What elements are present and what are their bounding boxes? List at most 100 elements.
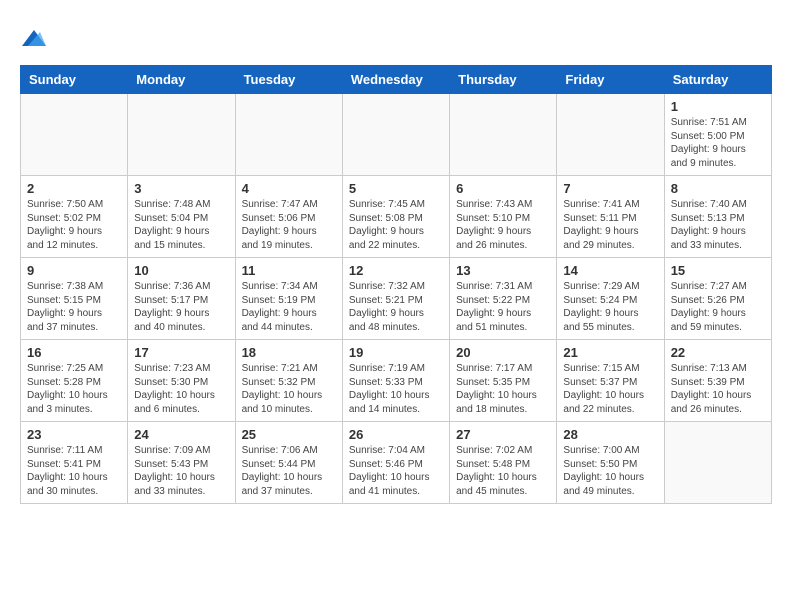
calendar-cell <box>342 94 449 176</box>
cell-info: Sunrise: 7:45 AM Sunset: 5:08 PM Dayligh… <box>349 198 443 252</box>
calendar-cell: 5 Sunrise: 7:45 AM Sunset: 5:08 PM Daylig… <box>342 176 449 258</box>
calendar-cell: 10 Sunrise: 7:36 AM Sunset: 5:17 PM Dayli… <box>128 258 235 340</box>
date-number: 16 <box>27 345 121 360</box>
date-number: 14 <box>563 263 657 278</box>
cell-info: Sunrise: 7:36 AM Sunset: 5:17 PM Dayligh… <box>134 280 228 334</box>
day-header-wednesday: Wednesday <box>342 66 449 94</box>
calendar-cell: 21 Sunrise: 7:15 AM Sunset: 5:37 PM Dayli… <box>557 340 664 422</box>
calendar-week-1: 2 Sunrise: 7:50 AM Sunset: 5:02 PM Daylig… <box>21 176 772 258</box>
calendar-cell: 16 Sunrise: 7:25 AM Sunset: 5:28 PM Dayli… <box>21 340 128 422</box>
calendar-cell: 13Sunrise: 7:31 AM Sunset: 5:22 PM Dayli… <box>450 258 557 340</box>
calendar-week-4: 23 Sunrise: 7:11 AM Sunset: 5:41 PM Dayli… <box>21 422 772 504</box>
date-number: 28 <box>563 427 657 442</box>
calendar-week-3: 16 Sunrise: 7:25 AM Sunset: 5:28 PM Dayli… <box>21 340 772 422</box>
date-number: 2 <box>27 181 121 196</box>
page-header <box>20 20 772 55</box>
date-number: 26 <box>349 427 443 442</box>
calendar-week-0: 1 Sunrise: 7:51 AM Sunset: 5:00 PM Daylig… <box>21 94 772 176</box>
calendar-cell <box>557 94 664 176</box>
date-number: 3 <box>134 181 228 196</box>
date-number: 10 <box>134 263 228 278</box>
calendar-cell: 9 Sunrise: 7:38 AM Sunset: 5:15 PM Daylig… <box>21 258 128 340</box>
calendar-table: SundayMondayTuesdayWednesdayThursdayFrid… <box>20 65 772 504</box>
cell-info: Sunrise: 7:02 AM Sunset: 5:48 PM Dayligh… <box>456 444 550 498</box>
calendar-cell: 1 Sunrise: 7:51 AM Sunset: 5:00 PM Daylig… <box>664 94 771 176</box>
day-header-thursday: Thursday <box>450 66 557 94</box>
calendar-cell: 14 Sunrise: 7:29 AM Sunset: 5:24 PM Dayli… <box>557 258 664 340</box>
calendar-cell: 4 Sunrise: 7:47 AM Sunset: 5:06 PM Daylig… <box>235 176 342 258</box>
date-number: 27 <box>456 427 550 442</box>
cell-info: Sunrise: 7:19 AM Sunset: 5:33 PM Dayligh… <box>349 362 443 416</box>
date-number: 5 <box>349 181 443 196</box>
cell-info: Sunrise: 7:27 AM Sunset: 5:26 PM Dayligh… <box>671 280 765 334</box>
cell-info: Sunrise: 7:38 AM Sunset: 5:15 PM Dayligh… <box>27 280 121 334</box>
cell-info: Sunrise: 7:09 AM Sunset: 5:43 PM Dayligh… <box>134 444 228 498</box>
cell-info: Sunrise: 7:23 AM Sunset: 5:30 PM Dayligh… <box>134 362 228 416</box>
calendar-cell: 11 Sunrise: 7:34 AM Sunset: 5:19 PM Dayli… <box>235 258 342 340</box>
cell-info: Sunrise: 7:50 AM Sunset: 5:02 PM Dayligh… <box>27 198 121 252</box>
date-number: 17 <box>134 345 228 360</box>
calendar-cell: 22Sunrise: 7:13 AM Sunset: 5:39 PM Dayli… <box>664 340 771 422</box>
calendar-cell: 18Sunrise: 7:21 AM Sunset: 5:32 PM Dayli… <box>235 340 342 422</box>
day-header-friday: Friday <box>557 66 664 94</box>
cell-info: Sunrise: 7:43 AM Sunset: 5:10 PM Dayligh… <box>456 198 550 252</box>
cell-info: Sunrise: 7:06 AM Sunset: 5:44 PM Dayligh… <box>242 444 336 498</box>
calendar-cell: 12Sunrise: 7:32 AM Sunset: 5:21 PM Dayli… <box>342 258 449 340</box>
day-header-tuesday: Tuesday <box>235 66 342 94</box>
cell-info: Sunrise: 7:11 AM Sunset: 5:41 PM Dayligh… <box>27 444 121 498</box>
day-header-sunday: Sunday <box>21 66 128 94</box>
cell-info: Sunrise: 7:25 AM Sunset: 5:28 PM Dayligh… <box>27 362 121 416</box>
calendar-cell: 20 Sunrise: 7:17 AM Sunset: 5:35 PM Dayli… <box>450 340 557 422</box>
date-number: 9 <box>27 263 121 278</box>
calendar-cell: 26 Sunrise: 7:04 AM Sunset: 5:46 PM Dayli… <box>342 422 449 504</box>
calendar-cell <box>664 422 771 504</box>
date-number: 25 <box>242 427 336 442</box>
date-number: 19 <box>349 345 443 360</box>
logo <box>20 26 46 55</box>
calendar-cell: 28 Sunrise: 7:00 AM Sunset: 5:50 PM Dayli… <box>557 422 664 504</box>
cell-info: Sunrise: 7:41 AM Sunset: 5:11 PM Dayligh… <box>563 198 657 252</box>
calendar-cell <box>450 94 557 176</box>
calendar-cell: 19 Sunrise: 7:19 AM Sunset: 5:33 PM Dayli… <box>342 340 449 422</box>
date-number: 11 <box>242 263 336 278</box>
calendar-cell: 8 Sunrise: 7:40 AM Sunset: 5:13 PM Daylig… <box>664 176 771 258</box>
calendar-cell: 15 Sunrise: 7:27 AM Sunset: 5:26 PM Dayli… <box>664 258 771 340</box>
calendar-cell <box>21 94 128 176</box>
date-number: 7 <box>563 181 657 196</box>
cell-info: Sunrise: 7:51 AM Sunset: 5:00 PM Dayligh… <box>671 116 765 170</box>
cell-info: Sunrise: 7:15 AM Sunset: 5:37 PM Dayligh… <box>563 362 657 416</box>
cell-info: Sunrise: 7:34 AM Sunset: 5:19 PM Dayligh… <box>242 280 336 334</box>
day-header-monday: Monday <box>128 66 235 94</box>
cell-info: Sunrise: 7:00 AM Sunset: 5:50 PM Dayligh… <box>563 444 657 498</box>
calendar-cell: 2 Sunrise: 7:50 AM Sunset: 5:02 PM Daylig… <box>21 176 128 258</box>
date-number: 15 <box>671 263 765 278</box>
calendar-cell: 17 Sunrise: 7:23 AM Sunset: 5:30 PM Dayli… <box>128 340 235 422</box>
cell-info: Sunrise: 7:17 AM Sunset: 5:35 PM Dayligh… <box>456 362 550 416</box>
calendar-cell: 25 Sunrise: 7:06 AM Sunset: 5:44 PM Dayli… <box>235 422 342 504</box>
cell-info: Sunrise: 7:21 AM Sunset: 5:32 PM Dayligh… <box>242 362 336 416</box>
day-header-row: SundayMondayTuesdayWednesdayThursdayFrid… <box>21 66 772 94</box>
calendar-cell: 7 Sunrise: 7:41 AM Sunset: 5:11 PM Daylig… <box>557 176 664 258</box>
date-number: 24 <box>134 427 228 442</box>
calendar-cell: 27 Sunrise: 7:02 AM Sunset: 5:48 PM Dayli… <box>450 422 557 504</box>
date-number: 1 <box>671 99 765 114</box>
calendar-cell: 23 Sunrise: 7:11 AM Sunset: 5:41 PM Dayli… <box>21 422 128 504</box>
date-number: 21 <box>563 345 657 360</box>
cell-info: Sunrise: 7:13 AM Sunset: 5:39 PM Dayligh… <box>671 362 765 416</box>
calendar-cell: 3 Sunrise: 7:48 AM Sunset: 5:04 PM Daylig… <box>128 176 235 258</box>
cell-info: Sunrise: 7:29 AM Sunset: 5:24 PM Dayligh… <box>563 280 657 334</box>
date-number: 20 <box>456 345 550 360</box>
date-number: 4 <box>242 181 336 196</box>
date-number: 8 <box>671 181 765 196</box>
cell-info: Sunrise: 7:40 AM Sunset: 5:13 PM Dayligh… <box>671 198 765 252</box>
cell-info: Sunrise: 7:04 AM Sunset: 5:46 PM Dayligh… <box>349 444 443 498</box>
date-number: 13 <box>456 263 550 278</box>
calendar-cell: 24 Sunrise: 7:09 AM Sunset: 5:43 PM Dayli… <box>128 422 235 504</box>
cell-info: Sunrise: 7:47 AM Sunset: 5:06 PM Dayligh… <box>242 198 336 252</box>
calendar-week-2: 9 Sunrise: 7:38 AM Sunset: 5:15 PM Daylig… <box>21 258 772 340</box>
logo-icon <box>22 26 46 50</box>
date-number: 23 <box>27 427 121 442</box>
cell-info: Sunrise: 7:32 AM Sunset: 5:21 PM Dayligh… <box>349 280 443 334</box>
day-header-saturday: Saturday <box>664 66 771 94</box>
cell-info: Sunrise: 7:48 AM Sunset: 5:04 PM Dayligh… <box>134 198 228 252</box>
